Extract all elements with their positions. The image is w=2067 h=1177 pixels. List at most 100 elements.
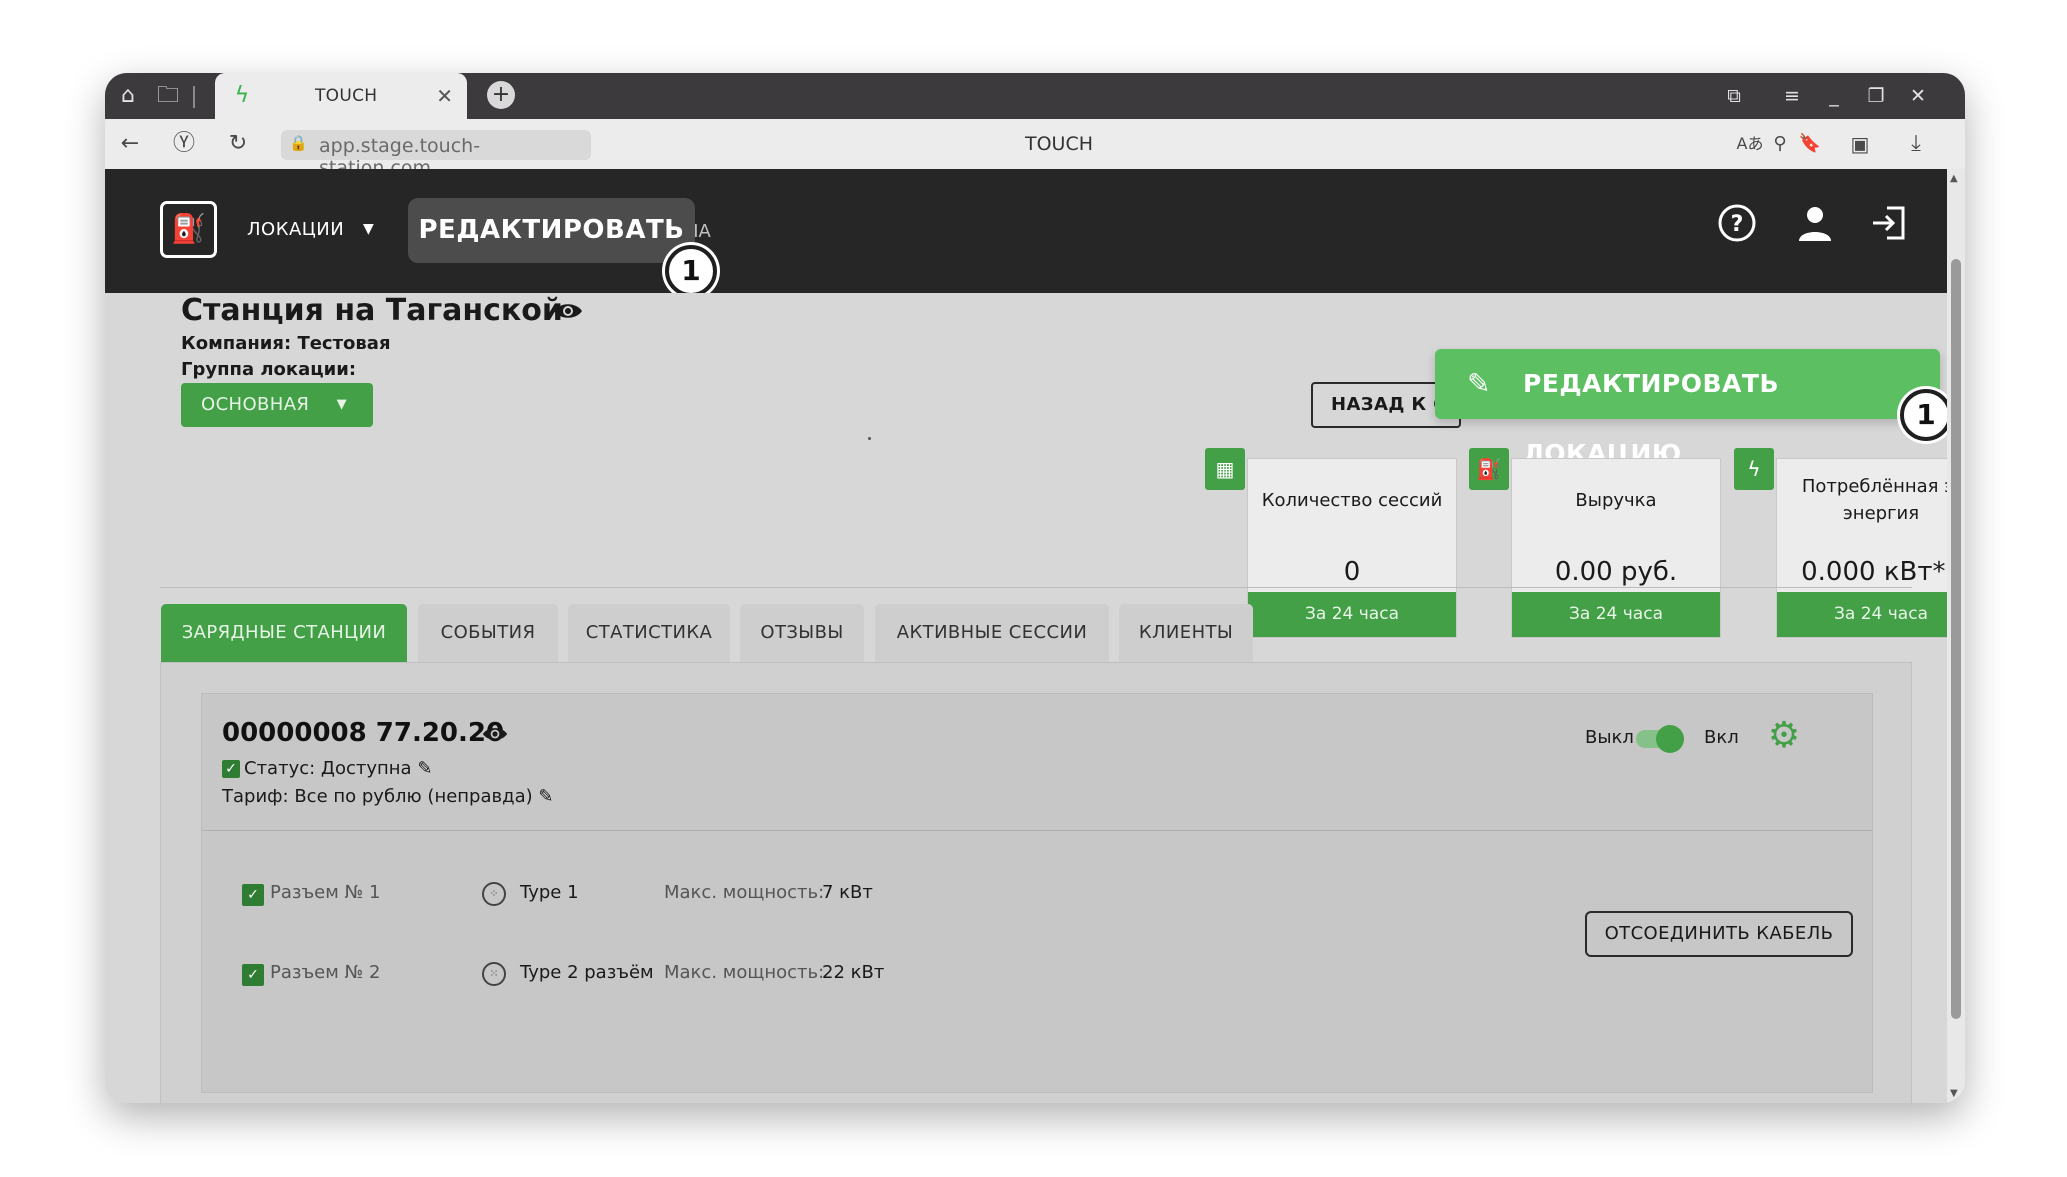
user-icon[interactable] (1793, 203, 1837, 247)
svg-text:?: ? (1731, 212, 1744, 237)
fuel-icon: ⛽ (1469, 448, 1509, 490)
scroll-down-icon[interactable]: ▼ (1950, 1088, 1958, 1099)
bookmarks-panel-icon[interactable]: ⧉ (1719, 81, 1749, 111)
stray-dot (868, 437, 871, 440)
new-tab-button[interactable]: + (487, 81, 515, 109)
stat-period: За 24 часа (1777, 592, 1965, 637)
company-text: Компания: Тестовая (181, 333, 391, 354)
close-window-icon[interactable]: ✕ (1903, 81, 1933, 111)
pencil-icon[interactable]: ✎ (538, 786, 553, 807)
page-scrollbar[interactable]: ▲ ▼ (1947, 169, 1965, 1103)
pencil-icon[interactable]: ✎ (417, 758, 432, 779)
connector-type: Type 2 разъём (520, 962, 654, 983)
app-header: ⛽ ЛОКАЦИИ ▼ НА РЕДАКТИРОВАТЬ 1 ? (105, 169, 1965, 297)
edit-location-button[interactable]: ✎ РЕДАКТИРОВАТЬ ЛОКАЦИЮ (1435, 349, 1940, 468)
connector-check-icon[interactable]: ✓ (242, 964, 264, 986)
logout-icon[interactable] (1867, 203, 1911, 247)
yandex-icon[interactable]: Ⓨ (169, 129, 199, 159)
connector-type: Type 1 (520, 882, 579, 903)
edit-tooltip: РЕДАКТИРОВАТЬ (408, 198, 695, 263)
minimize-icon[interactable]: _ (1819, 81, 1849, 111)
toggle-on-label: Вкл (1704, 727, 1739, 748)
status-check-icon: ✓ (222, 760, 240, 778)
menu-icon[interactable]: ≡ (1777, 81, 1807, 111)
tab-active-sessions[interactable]: АКТИВНЫЕ СЕССИИ (875, 604, 1109, 662)
toggle-off-label: Выкл (1585, 727, 1634, 748)
tab-statistics[interactable]: СТАТИСТИКА (568, 604, 730, 662)
chevron-down-icon: ▼ (336, 397, 347, 412)
tab-clients[interactable]: КЛИЕНТЫ (1119, 604, 1253, 662)
stat-label: Выручка (1575, 490, 1657, 511)
connector-power-label: Макс. мощность: (664, 882, 825, 903)
stat-card-energy: Потреблённая э/ энергия 0.000 кВт*ч За 2… (1776, 458, 1965, 638)
station-id: 00000008 77.20.20 (222, 718, 505, 748)
detach-cable-button[interactable]: ОТСОЕДИНИТЬ КАБЕЛЬ (1585, 911, 1853, 957)
browser-tab-active[interactable]: ϟ TOUCH ✕ (215, 73, 467, 119)
lock-icon: 🔒 (289, 134, 308, 152)
station-status-text: Статус: Доступна (244, 758, 412, 779)
translate-icon[interactable]: Aあ (1735, 129, 1765, 159)
stat-value: 0.00 руб. (1554, 557, 1678, 587)
type2-plug-icon: ⁙ (482, 962, 506, 986)
step-badge-edit: 1 (1900, 389, 1952, 441)
step-badge-header: 1 (665, 245, 717, 297)
type1-plug-icon: ⁘ (482, 882, 506, 906)
section-divider (160, 587, 1912, 588)
browser-addressbar: ← Ⓨ ↻ 🔒 app.stage.touch-station.com TOUC… (105, 119, 1965, 179)
eye-icon[interactable] (553, 301, 583, 321)
scroll-up-icon[interactable]: ▲ (1950, 173, 1958, 184)
group-select-value: ОСНОВНАЯ (201, 394, 310, 415)
collections-icon[interactable]: ▣ (1845, 129, 1875, 159)
bolt-icon: ϟ (1734, 448, 1774, 490)
station-card: 00000008 77.20.20 ✓ Статус: Доступна ✎ Т… (201, 693, 1873, 1093)
app-logo-icon[interactable]: ⛽ (160, 201, 217, 258)
location-title: Станция на Таганской (181, 293, 563, 328)
tab-events[interactable]: СОБЫТИЯ (418, 604, 558, 662)
station-toggle-knob[interactable] (1656, 725, 1684, 753)
main-content: Станция на Таганской Компания: Тестовая … (105, 293, 1965, 1103)
station-tariff: Тариф: Все по рублю (неправда) ✎ (222, 786, 553, 807)
connector-power-label: Макс. мощность: (664, 962, 825, 983)
close-tab-icon[interactable]: ✕ (436, 83, 453, 109)
browser-window: ⌂ 🗀 ϟ TOUCH ✕ + ⧉ ≡ _ ❐ ✕ ← Ⓨ ↻ 🔒 app.st… (105, 73, 1965, 1103)
scroll-thumb[interactable] (1951, 259, 1961, 1019)
restore-icon[interactable]: ❐ (1861, 81, 1891, 111)
reload-icon[interactable]: ↻ (223, 129, 253, 159)
tab-reviews[interactable]: ОТЗЫВЫ (740, 604, 864, 662)
download-icon[interactable]: ⤓ (1901, 129, 1931, 159)
eye-icon[interactable] (482, 725, 508, 743)
station-status: Статус: Доступна ✎ (244, 758, 432, 779)
browser-tabbar: ⌂ 🗀 ϟ TOUCH ✕ + ⧉ ≡ _ ❐ ✕ (105, 73, 1965, 119)
stat-card-revenue: Выручка 0.00 руб. За 24 часа (1511, 458, 1721, 638)
home-icon[interactable]: ⌂ (113, 81, 143, 111)
stat-label: Количество сессий (1261, 490, 1443, 511)
browser-tab-title: TOUCH (315, 86, 378, 106)
connector-power-value: 22 кВт (822, 962, 885, 983)
bolt-favicon-icon: ϟ (234, 83, 250, 108)
connector-name: Разъем № 2 (270, 962, 381, 983)
group-select[interactable]: ОСНОВНАЯ ▼ (181, 383, 373, 427)
tab-charging-stations[interactable]: ЗАРЯДНЫЕ СТАНЦИИ (161, 604, 407, 662)
connector-check-icon[interactable]: ✓ (242, 884, 264, 906)
location-pin-icon[interactable]: ⚲ (1765, 129, 1795, 159)
chevron-down-icon[interactable]: ▼ (363, 221, 374, 237)
bookmark-icon[interactable]: 🔖 (1795, 129, 1825, 159)
tabbar-separator (193, 86, 195, 108)
gear-icon[interactable]: ⚙ (1764, 716, 1804, 756)
charging-stations-panel: 00000008 77.20.20 ✓ Статус: Доступна ✎ Т… (160, 662, 1912, 1103)
group-label: Группа локации: (181, 359, 357, 380)
stat-period: За 24 часа (1512, 592, 1720, 637)
stat-value: 0 (1343, 557, 1361, 587)
stat-label: Потреблённая э/ энергия (1801, 476, 1961, 524)
url-field[interactable]: 🔒 app.stage.touch-station.com (281, 130, 591, 179)
browser-page-title: TOUCH (1025, 133, 1094, 155)
help-icon[interactable]: ? (1715, 203, 1759, 247)
folder-add-icon[interactable]: 🗀 (153, 81, 183, 111)
stat-card-sessions: Количество сессий 0 За 24 часа (1247, 458, 1457, 638)
back-arrow-icon[interactable]: ← (115, 129, 145, 159)
nav-locations[interactable]: ЛОКАЦИИ (247, 219, 344, 240)
connector-name: Разъем № 1 (270, 882, 381, 903)
stat-period: За 24 часа (1248, 592, 1456, 637)
stat-value: 0.000 кВт*ч (1801, 557, 1961, 587)
pencil-icon: ✎ (1467, 367, 1491, 400)
